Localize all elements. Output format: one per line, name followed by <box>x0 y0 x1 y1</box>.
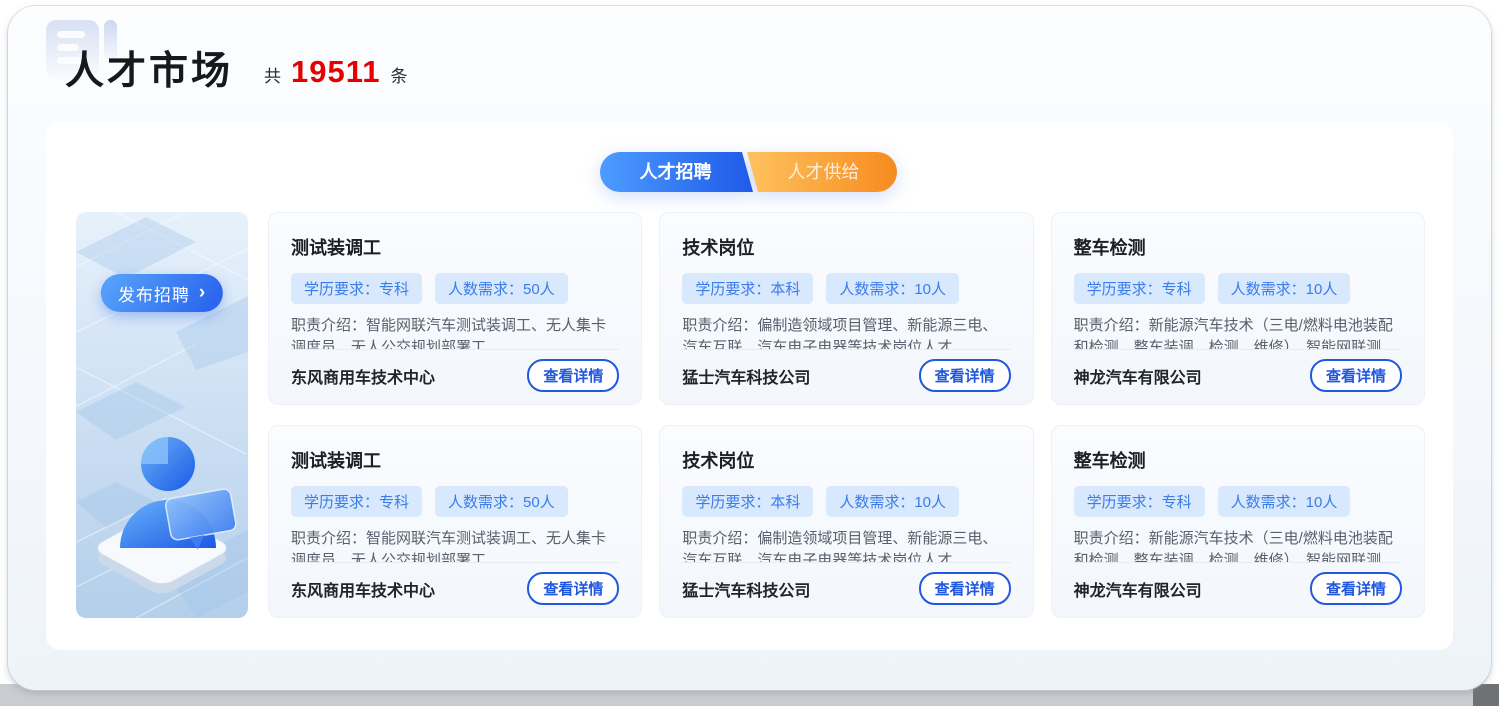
view-details-button[interactable]: 查看详情 <box>527 359 619 392</box>
recruiter-illustration <box>76 212 248 618</box>
education-tag: 学历要求：本科 <box>682 486 813 517</box>
tab-bar: 人才招聘 人才供给 <box>600 152 900 192</box>
page-header: 人才市场 共 19511 条 <box>46 28 1491 94</box>
job-card: 整车检测 学历要求：专科 人数需求：10人 职责介绍：新能源汽车技术（三电/燃料… <box>1051 212 1425 405</box>
main-panel: 人才招聘 人才供给 <box>46 122 1453 650</box>
view-details-button[interactable]: 查看详情 <box>1310 359 1402 392</box>
view-details-button[interactable]: 查看详情 <box>919 359 1011 392</box>
base-bar-corner <box>1473 684 1499 706</box>
job-card: 技术岗位 学历要求：本科 人数需求：10人 职责介绍：偏制造领域项目管理、新能源… <box>659 212 1033 405</box>
chevron-right-icon: › <box>199 283 206 304</box>
job-card: 技术岗位 学历要求：本科 人数需求：10人 职责介绍：偏制造领域项目管理、新能源… <box>659 425 1033 618</box>
headcount-tag: 人数需求：50人 <box>435 273 568 304</box>
count-value: 19511 <box>291 54 381 90</box>
job-card: 整车检测 学历要求：专科 人数需求：10人 职责介绍：新能源汽车技术（三电/燃料… <box>1051 425 1425 618</box>
education-tag: 学历要求：专科 <box>291 486 422 517</box>
company-name: 东风商用车技术中心 <box>291 364 435 388</box>
view-details-button[interactable]: 查看详情 <box>919 572 1011 605</box>
view-details-button[interactable]: 查看详情 <box>1310 572 1402 605</box>
company-name: 神龙汽车有限公司 <box>1074 364 1202 388</box>
job-title: 整车检测 <box>1074 234 1402 260</box>
view-details-button[interactable]: 查看详情 <box>527 572 619 605</box>
job-title: 测试装调工 <box>291 447 619 473</box>
company-name: 东风商用车技术中心 <box>291 577 435 601</box>
job-description: 职责介绍：偏制造领域项目管理、新能源三电、汽车互联、汽车电子电器等技术岗位人才 <box>682 315 1010 349</box>
illustration-panel: 发布招聘 › <box>76 212 248 618</box>
education-tag: 学历要求：专科 <box>1074 273 1205 304</box>
education-tag: 学历要求：专科 <box>1074 486 1205 517</box>
total-count: 共 19511 条 <box>264 54 408 90</box>
page-title: 人才市场 <box>65 40 233 96</box>
job-title: 测试装调工 <box>291 234 619 260</box>
content-area: 发布招聘 › 测试装调工 学历要求：专科 人数需求：50人 职责介绍：智能网联汽… <box>46 162 1453 618</box>
publish-recruitment-button[interactable]: 发布招聘 › <box>101 274 223 312</box>
job-title: 技术岗位 <box>682 447 1010 473</box>
tab-talent-recruitment[interactable]: 人才招聘 <box>600 152 752 192</box>
job-description: 职责介绍：偏制造领域项目管理、新能源三电、汽车互联、汽车电子电器等技术岗位人才 <box>682 528 1010 562</box>
job-card: 测试装调工 学历要求：专科 人数需求：50人 职责介绍：智能网联汽车测试装调工、… <box>268 425 642 618</box>
talent-market-page: 人才市场 共 19511 条 人才招聘 <box>8 6 1491 690</box>
count-suffix: 条 <box>391 62 408 87</box>
job-card: 测试装调工 学历要求：专科 人数需求：50人 职责介绍：智能网联汽车测试装调工、… <box>268 212 642 405</box>
count-prefix: 共 <box>264 62 281 87</box>
headcount-tag: 人数需求：10人 <box>826 486 959 517</box>
education-tag: 学历要求：本科 <box>682 273 813 304</box>
headcount-tag: 人数需求：10人 <box>1218 273 1351 304</box>
headcount-tag: 人数需求：10人 <box>826 273 959 304</box>
job-title: 整车检测 <box>1074 447 1402 473</box>
education-tag: 学历要求：专科 <box>291 273 422 304</box>
publish-button-label: 发布招聘 <box>118 281 190 306</box>
headcount-tag: 人数需求：10人 <box>1218 486 1351 517</box>
job-description: 职责介绍：智能网联汽车测试装调工、无人集卡调度员，无人公交规划部署工 <box>291 528 619 562</box>
job-card-grid: 测试装调工 学历要求：专科 人数需求：50人 职责介绍：智能网联汽车测试装调工、… <box>268 212 1425 618</box>
job-title: 技术岗位 <box>682 234 1010 260</box>
company-name: 猛士汽车科技公司 <box>682 577 810 601</box>
job-description: 职责介绍：智能网联汽车测试装调工、无人集卡调度员，无人公交规划部署工 <box>291 315 619 349</box>
company-name: 神龙汽车有限公司 <box>1074 577 1202 601</box>
job-description: 职责介绍：新能源汽车技术（三电/燃料电池装配和检测，整车装调、检测、维修）、智能… <box>1074 315 1402 349</box>
job-description: 职责介绍：新能源汽车技术（三电/燃料电池装配和检测，整车装调、检测、维修）、智能… <box>1074 528 1402 562</box>
tab-talent-supply[interactable]: 人才供给 <box>750 152 898 192</box>
headcount-tag: 人数需求：50人 <box>435 486 568 517</box>
company-name: 猛士汽车科技公司 <box>682 364 810 388</box>
